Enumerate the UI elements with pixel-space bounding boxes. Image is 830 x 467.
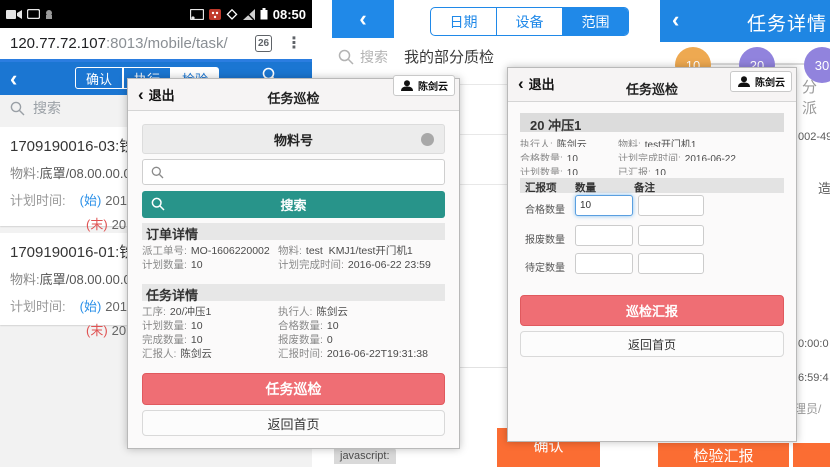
page-title: 任务详情 (747, 9, 827, 36)
detail-row: 合格数量:10 计划完成时间:2016-06-22 (520, 150, 784, 161)
detail-cell: 报废数量:0 (278, 332, 445, 344)
search-placeholder: 搜索 (33, 98, 61, 118)
user-chip[interactable]: 陈剑云 (730, 71, 792, 92)
status-dot (421, 133, 434, 146)
pending-qty-input[interactable] (575, 253, 633, 274)
report-row-scrap: 报废数量 (520, 225, 784, 248)
detail-cell: 执行人:陈剑云 (278, 304, 445, 316)
pending-note-input[interactable] (638, 253, 704, 274)
detail-row: 派工单号:MO-1606220002 物料:test_KMJ1/test开门机1 (142, 243, 445, 255)
detail-cell: 汇报人:陈剑云 (142, 346, 278, 358)
segment-date[interactable]: 日期 (431, 8, 497, 35)
truncated-order-number: 002-49 (798, 131, 830, 143)
detail-row: 执行人:陈剑云 物料:test开门机1 (520, 136, 784, 147)
tab-count-badge[interactable]: 26 (255, 35, 272, 52)
filter-search-row[interactable]: 搜索 我的部分质检 (338, 46, 494, 67)
browser-url-bar[interactable]: 120.77.72.107:8013/mobile/task/ 26 ⋮ (0, 28, 312, 59)
qualified-qty-input[interactable] (575, 195, 633, 216)
detail-cell: 工序:20/冲压1 (142, 304, 278, 316)
truncated-time: 6:59:4 (798, 372, 829, 384)
report-row-qualified: 合格数量 (520, 195, 784, 218)
segment-scope[interactable]: 范围 (563, 8, 628, 35)
video-icon (6, 9, 22, 20)
scrap-qty-input[interactable] (575, 225, 633, 246)
dialog-header: ‹退出 任务巡检 陈剑云 (508, 68, 796, 102)
cropped-orange-button[interactable] (793, 443, 830, 467)
detail-row: 工序:20/冲压1 执行人:陈剑云 (142, 304, 445, 316)
detail-cell: 计划数量:10 (142, 257, 278, 269)
search-button[interactable]: 搜索 (142, 191, 445, 218)
back-chevron-icon[interactable]: ‹ (672, 9, 679, 31)
app-red-icon (209, 9, 221, 20)
search-icon (338, 49, 354, 65)
segmented-control: 日期 设备 范围 (430, 7, 629, 36)
screenshot-collage: 08:50 120.77.72.107:8013/mobile/task/ 26… (0, 0, 830, 467)
detail-cell: 计划数量:10 (142, 318, 278, 330)
scrap-note-input[interactable] (638, 225, 704, 246)
back-chevron-icon[interactable]: ‹ (10, 68, 17, 90)
signal-icon (243, 9, 255, 20)
inspection-report-button[interactable]: 检验汇报 (658, 443, 789, 467)
truncated-time: 0:00:0 (798, 338, 829, 350)
detail-cell: 物料:test_KMJ1/test开门机1 (278, 243, 445, 255)
detail-cell: 计划完成时间:2016-06-22 (618, 150, 784, 161)
qualified-note-input[interactable] (638, 195, 704, 216)
process-section-title: 20 冲压1 (520, 113, 784, 132)
link-status-tooltip: javascript: (334, 448, 396, 464)
notification-icon (45, 9, 53, 19)
search-icon (151, 197, 165, 211)
truncated-user-text: 理员/ (794, 400, 821, 417)
android-status-bar: 08:50 (0, 0, 312, 28)
detail-cell: 汇报时间:2016-06-22T19:31:38 (278, 346, 445, 358)
user-icon (400, 80, 414, 91)
inspection-report-button[interactable]: 巡检汇报 (520, 295, 784, 326)
detail-cell: 合格数量:10 (520, 150, 618, 161)
search-icon (151, 166, 164, 179)
task-detail-section-title: 任务详情 (142, 284, 445, 301)
task-inspection-button[interactable]: 任务巡检 (142, 373, 445, 405)
detail-cell: 计划完成时间:2016-06-22 23:59 (278, 257, 445, 269)
order-detail-section-title: 订单详情 (142, 223, 445, 240)
detail-row: 计划数量:10 计划完成时间:2016-06-22 23:59 (142, 257, 445, 269)
tab-confirm[interactable]: 确认 (75, 67, 123, 89)
inspection-report-dialog: ‹退出 任务巡检 陈剑云 20 冲压1 执行人:陈剑云 物料:test开门机1 … (507, 67, 797, 442)
back-chevron-icon: ‹ (359, 8, 366, 30)
search-placeholder: 搜索 (360, 47, 388, 67)
detail-row: 计划数量:10 合格数量:10 (142, 318, 445, 330)
battery-icon (260, 8, 268, 20)
detail-cell: 执行人:陈剑云 (520, 136, 618, 147)
cast-icon (190, 9, 204, 20)
dialog-header: ‹退出 任务巡检 陈剑云 (128, 79, 459, 111)
step-caption: 分派 (802, 76, 830, 118)
browser-menu-icon[interactable]: ⋮ (286, 36, 302, 52)
detail-row: 完成数量:10 报废数量:0 (142, 332, 445, 344)
back-home-button[interactable]: 返回首页 (520, 331, 784, 357)
detail-row: 计划数量:10 已汇报:10 (520, 164, 784, 175)
back-home-button[interactable]: 返回首页 (142, 410, 445, 436)
status-time: 08:50 (273, 7, 306, 22)
detail-cell: 计划数量:10 (520, 164, 618, 175)
vpn-icon (226, 8, 238, 20)
search-icon (10, 101, 25, 116)
task-inspection-dialog: ‹退出 任务巡检 陈剑云 物料号 搜索 订单详情 派工单号:MO-1606220… (127, 78, 460, 449)
detail-cell: 派工单号:MO-1606220002 (142, 243, 278, 255)
material-search-input[interactable] (142, 159, 445, 185)
window-icon (27, 9, 40, 19)
report-row-pending: 待定数量 (520, 253, 784, 276)
detail-cell: 合格数量:10 (278, 318, 445, 330)
user-chip[interactable]: 陈剑云 (393, 75, 455, 96)
segment-device[interactable]: 设备 (497, 8, 563, 35)
detail-cell: 物料:test开门机1 (618, 136, 784, 147)
url-text[interactable]: 120.77.72.107:8013/mobile/task/ (10, 35, 255, 52)
detail-cell: 已汇报:10 (618, 164, 784, 175)
material-number-button[interactable]: 物料号 (142, 124, 445, 154)
filter-option-label[interactable]: 我的部分质检 (404, 46, 494, 67)
user-icon (737, 76, 751, 87)
detail-row: 汇报人:陈剑云 汇报时间:2016-06-22T19:31:38 (142, 346, 445, 358)
report-table-header: 汇报项 数量 备注 (520, 178, 784, 193)
detail-cell: 完成数量:10 (142, 332, 278, 344)
back-button[interactable]: ‹ (332, 0, 394, 38)
truncated-text: 造 (818, 178, 830, 197)
